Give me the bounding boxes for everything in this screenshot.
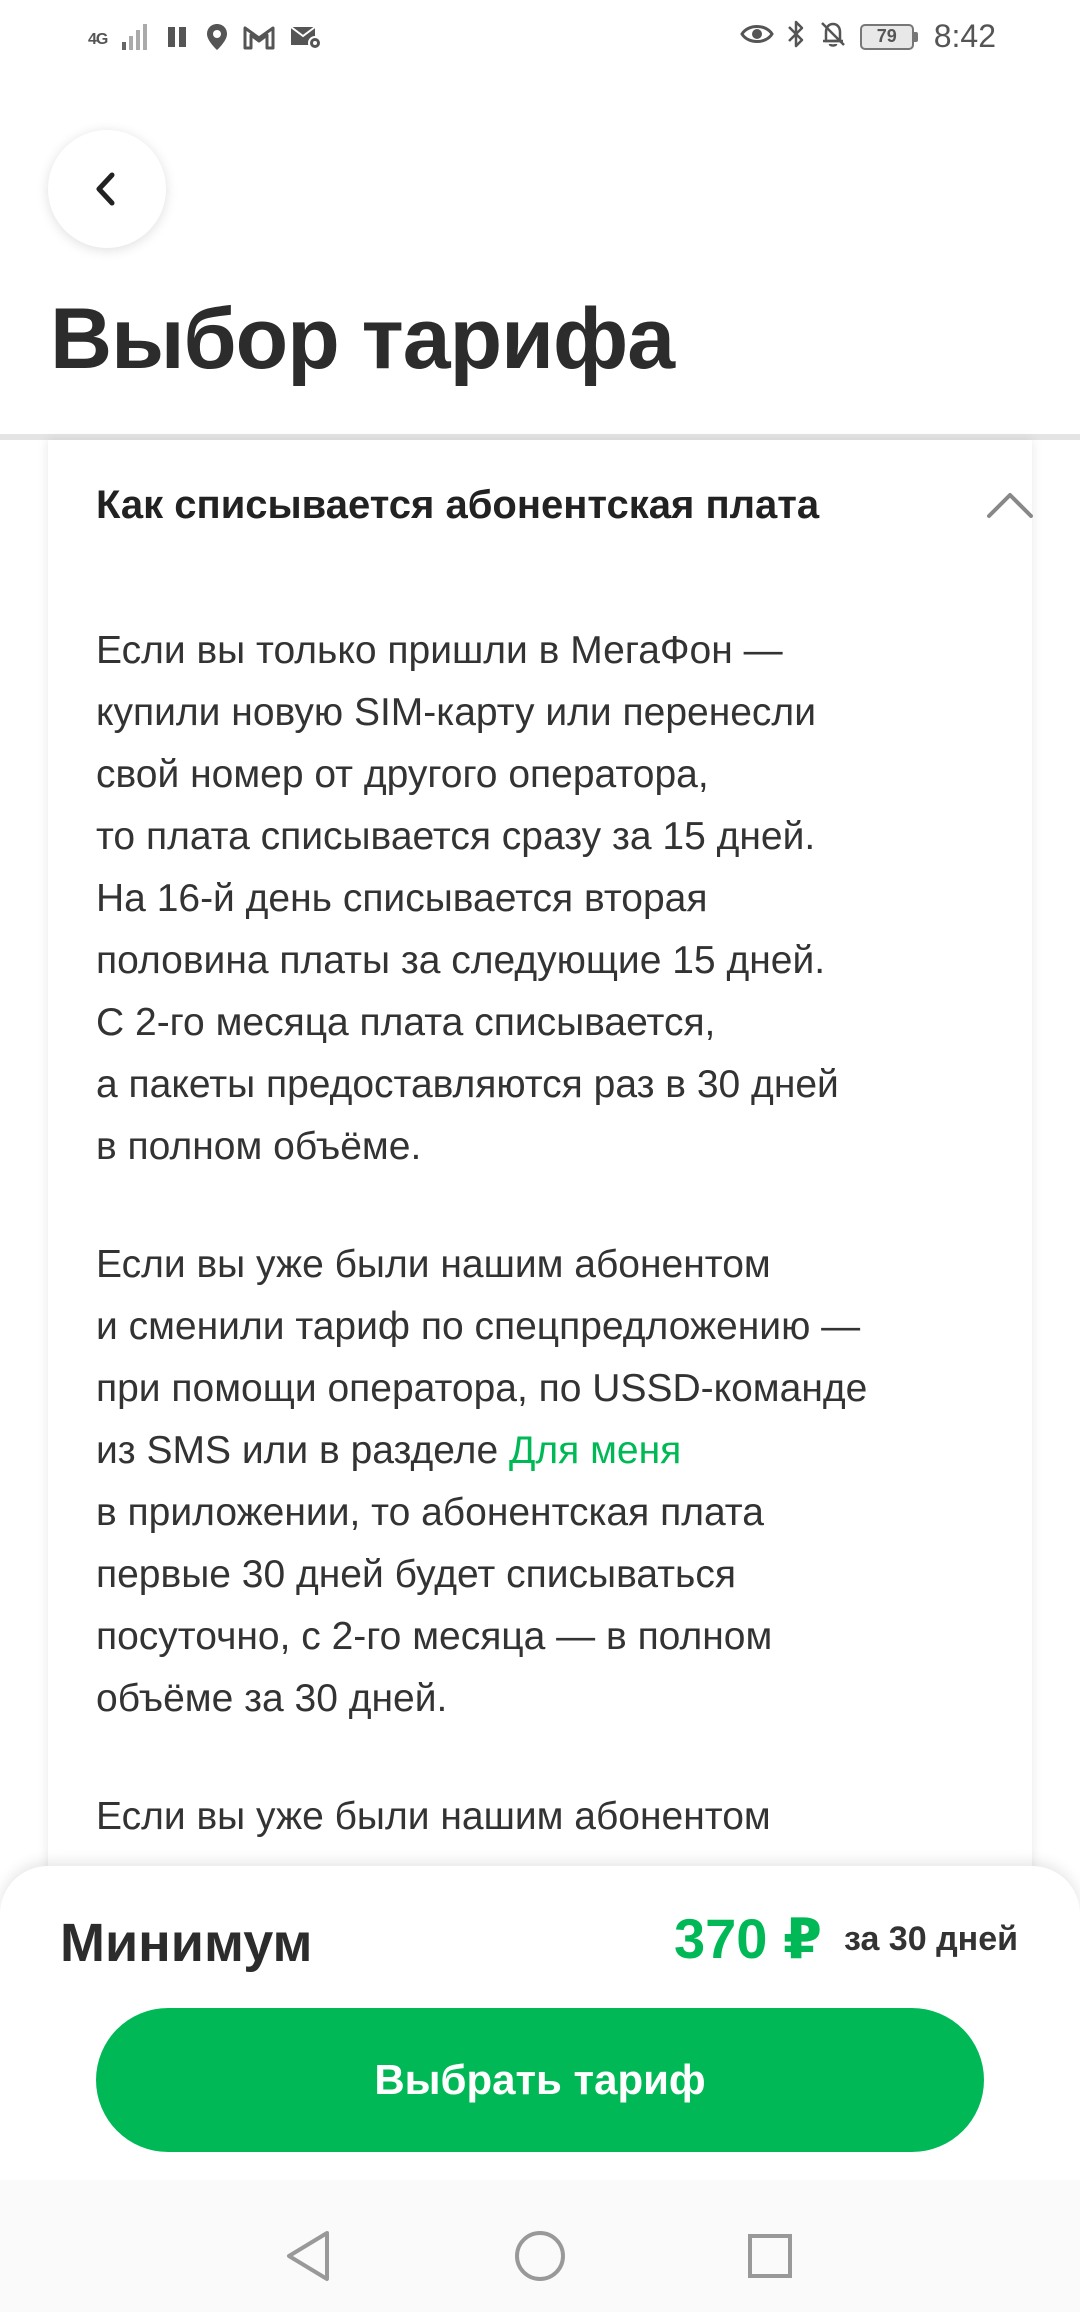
for-me-link[interactable]: Для меня [509,1429,681,1472]
location-icon [205,22,229,57]
back-arrow-icon [96,172,115,206]
text-line-with-link: из SMS или в разделе Для меня [96,1420,996,1482]
text-line: половина платы за следующие 15 дней. [96,939,826,982]
text-line: посуточно, с 2-го месяца — в полном [96,1615,773,1658]
accordion-title: Как списывается абонентская плата [96,482,820,527]
eye-icon [739,21,774,52]
status-bar: 4G 79 8:42 [0,0,1080,80]
paragraph-new-subscribers: Если вы только пришли в МегаФон — купили… [96,620,996,1178]
signal-icon [121,22,151,57]
mail-settings-icon [289,23,323,56]
tariff-price: 370 ₽ [674,1907,822,1970]
text-line: в полном объёме. [96,1125,422,1168]
nav-recents-icon[interactable] [740,2226,800,2286]
network-type: 4G [88,30,108,48]
accordion-header[interactable]: Как списывается абонентская плата [96,470,1036,540]
bell-off-icon [818,19,848,54]
text-line: Если вы уже были нашим абонентом [96,1795,771,1838]
nav-back-icon[interactable] [278,2226,338,2286]
text-line: а пакеты предоставляются раз в 30 дней [96,1063,839,1106]
chevron-up-icon[interactable] [984,485,1036,525]
page-title: Выбор тарифа [50,291,675,387]
battery-level: 79 [859,23,914,50]
text-line: объёме за 30 дней. [96,1677,448,1720]
status-bar-right: 79 8:42 [739,18,996,55]
tariff-name: Минимум [60,1913,313,1973]
paragraph-existing-subscribers: Если вы уже были нашим абонентом и смени… [96,1234,996,1730]
accordion-body: Если вы только пришли в МегаФон — купили… [96,620,996,1904]
link-prefix: из SMS или в разделе [96,1429,509,1472]
text-line: первые 30 дней будет списываться [96,1553,736,1596]
text-line: свой номер от другого оператора, [96,753,709,796]
bluetooth-icon [786,19,806,54]
clock: 8:42 [933,18,996,54]
gmail-icon [243,24,275,55]
text-line: Если вы уже были нашим абонентом [96,1243,771,1286]
text-line: и сменили тариф по спецпредложению — [96,1305,861,1348]
text-line: На 16-й день списывается вторая [96,877,708,920]
text-line: С 2-го месяца плата списывается, [96,1001,716,1044]
back-button[interactable] [48,130,166,248]
text-line: при помощи оператора, по USSD-команде [96,1367,868,1410]
text-line: Если вы только пришли в МегаФон — [96,629,783,672]
pause-icon [165,24,191,55]
nav-home-icon[interactable] [510,2226,570,2286]
price-period: за 30 дней [844,1920,1019,1958]
battery-icon: 79 [859,23,918,50]
paragraph-third: Если вы уже были нашим абонентом [96,1786,996,1848]
select-tariff-button[interactable]: Выбрать тариф [96,2008,984,2152]
text-line: то плата списывается сразу за 15 дней. [96,815,816,858]
text-line: в приложении, то абонентская плата [96,1491,764,1534]
status-bar-left: 4G [88,22,323,57]
text-line: купили новую SIM-карту или перенесли [96,691,816,734]
